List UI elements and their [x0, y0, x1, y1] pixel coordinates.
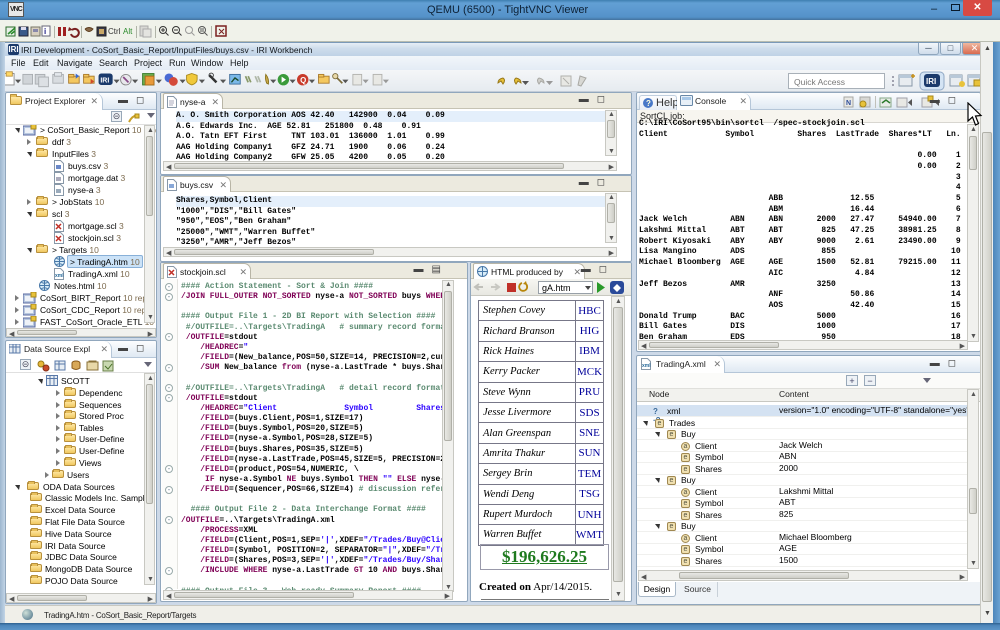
svg-text:Q: Q	[300, 76, 306, 85]
svg-text:IRI: IRI	[100, 77, 109, 84]
svg-text:i: i	[44, 27, 46, 36]
svg-text:Ctrl: Ctrl	[108, 27, 121, 36]
svg-text:N: N	[846, 100, 851, 107]
svg-text:?: ?	[646, 99, 651, 108]
svg-text:IRI: IRI	[926, 77, 936, 86]
svg-text:xml: xml	[55, 273, 64, 279]
svg-text:Alt: Alt	[123, 27, 133, 36]
svg-text:xml: xml	[642, 363, 651, 369]
